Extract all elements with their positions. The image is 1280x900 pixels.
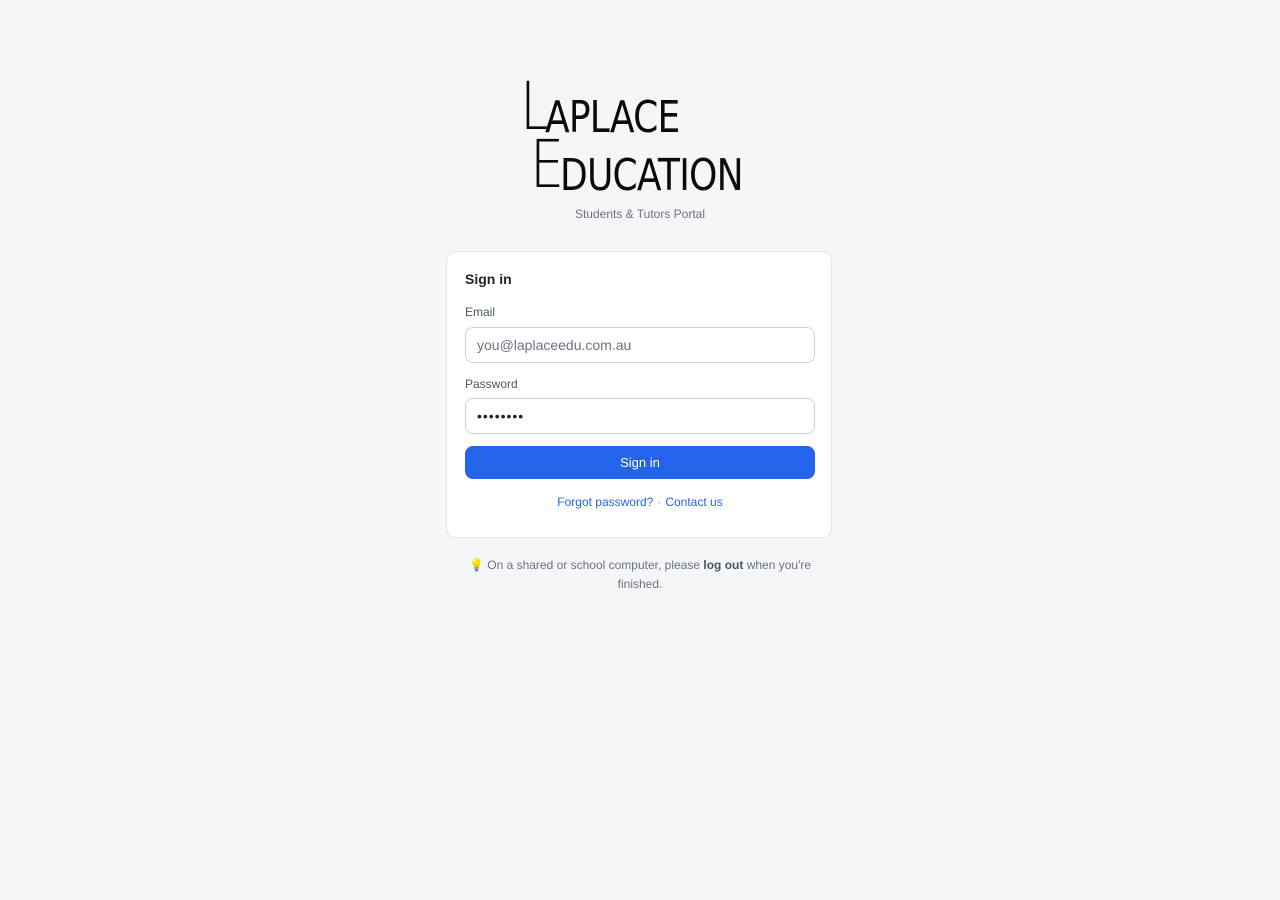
logo-line-2: E DUCATION [530, 132, 783, 198]
sign-in-button[interactable]: Sign in [465, 446, 815, 479]
password-field[interactable] [465, 398, 815, 434]
contact-us-link[interactable]: Contact us [665, 495, 722, 509]
link-separator: · [657, 495, 662, 509]
notice-text-before: On a shared or school computer, please [487, 558, 701, 572]
portal-subtitle: Students & Tutors Portal [574, 207, 706, 221]
email-label: Email [465, 305, 496, 319]
password-label: Password [465, 377, 518, 391]
laplace-education-logo: L APLACE E DUCATION [520, 70, 760, 198]
signin-title: Sign in [465, 271, 512, 287]
logo-initial-e: E [530, 126, 564, 203]
signin-card: Sign in Email Password Sign in Forgot pa… [446, 251, 832, 538]
logout-notice: 💡 On a shared or school computer, please… [460, 556, 820, 594]
notice-emphasis: log out [703, 558, 744, 572]
logo: L APLACE E DUCATION [0, 70, 1280, 198]
signin-links: Forgot password? · Contact us [447, 495, 833, 509]
forgot-password-link[interactable]: Forgot password? [557, 495, 653, 509]
logo-word-ducation: DUCATION [559, 150, 744, 201]
lightbulb-icon: 💡 [468, 558, 484, 572]
email-field[interactable] [465, 327, 815, 363]
